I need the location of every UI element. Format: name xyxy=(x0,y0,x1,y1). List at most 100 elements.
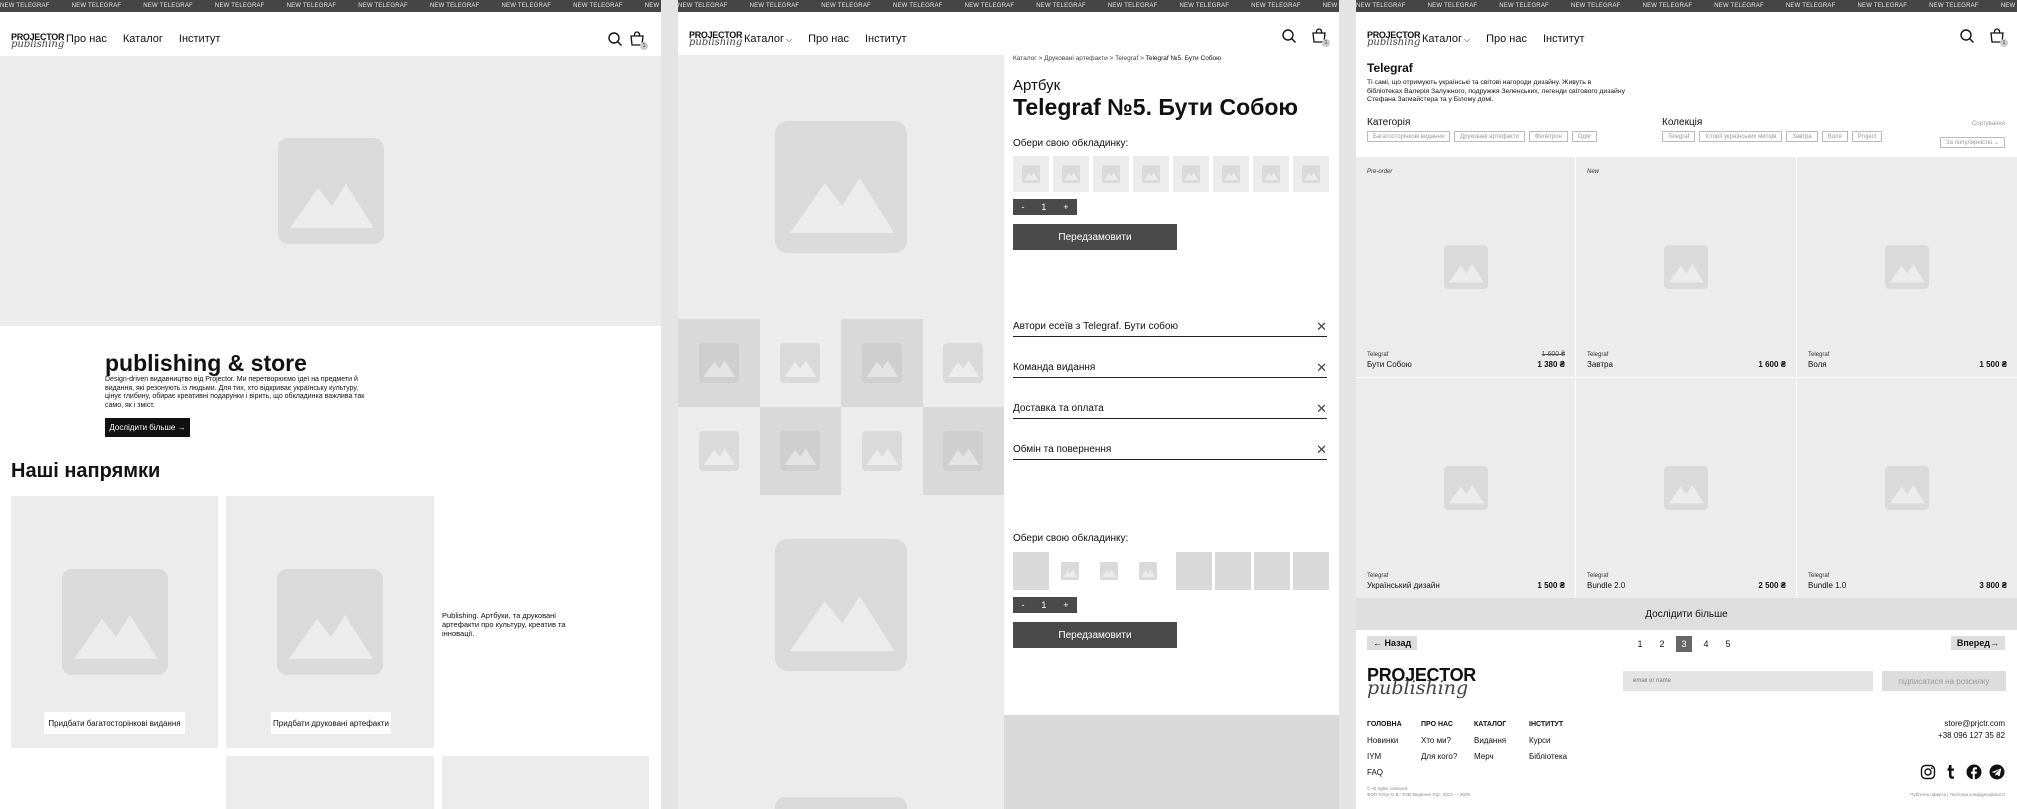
accordion-team[interactable]: Команда видання ✕ xyxy=(1013,358,1327,378)
cover-option[interactable] xyxy=(1254,552,1290,590)
product-card[interactable]: Telegraf Bundle 1.0 3 800 ₴ xyxy=(1797,378,2017,598)
filter-chip[interactable]: Багатосторінкові видання xyxy=(1367,131,1451,142)
subscribe-button[interactable]: підписатися на розсилку xyxy=(1882,671,2006,691)
footer-link[interactable]: Для кого? xyxy=(1421,749,1457,765)
filter-chip[interactable]: Завтра xyxy=(1786,131,1818,142)
preorder-button-2[interactable]: Передзамовити xyxy=(1013,622,1177,648)
product-name[interactable]: Бути Собою xyxy=(1367,360,1412,369)
nav-institute[interactable]: Інститут xyxy=(1543,33,1585,45)
breadcrumb-catalog[interactable]: Каталог xyxy=(1013,55,1037,62)
newsletter-email-input[interactable] xyxy=(1623,671,1873,691)
page-link[interactable]: 2 xyxy=(1654,636,1670,652)
cover-option[interactable] xyxy=(1293,156,1329,192)
nav-about[interactable]: Про нас xyxy=(66,33,107,45)
cover-option[interactable] xyxy=(1052,552,1088,590)
explore-more-button[interactable]: Дослідити більше xyxy=(1356,598,2017,630)
footer-link[interactable]: Курси xyxy=(1529,733,1567,749)
footer-link[interactable]: IYM xyxy=(1367,749,1402,765)
cover-option[interactable] xyxy=(1013,156,1049,192)
footer-link[interactable]: Мерч xyxy=(1474,749,1506,765)
product-name[interactable]: Завтра xyxy=(1587,360,1613,369)
accordion-returns[interactable]: Обмін та повернення ✕ xyxy=(1013,440,1327,460)
filter-chip[interactable]: Одяг xyxy=(1571,131,1598,142)
direction-card-multipage[interactable]: Придбати багатосторінкові видання xyxy=(11,496,218,748)
filter-chip[interactable]: Telegraf xyxy=(1662,131,1696,142)
cover-option[interactable] xyxy=(1093,156,1129,192)
product-secondary-image[interactable] xyxy=(678,495,1004,715)
nav-about[interactable]: Про нас xyxy=(1486,33,1527,45)
footer-link[interactable]: Видання xyxy=(1474,733,1506,749)
buy-printed-button[interactable]: Придбати друковані артефакти xyxy=(271,712,391,734)
footer-heading[interactable]: ПРО НАС xyxy=(1421,717,1457,733)
nav-catalog[interactable]: Каталог ⌵ xyxy=(744,33,792,45)
footer-link[interactable]: FAQ xyxy=(1367,765,1402,781)
announcement-ticker[interactable]: NEW TELEGRAF NEW TELEGRAF NEW TELEGRAF NEW … xyxy=(1356,0,2017,12)
pager-back-button[interactable]: ← Назад xyxy=(1367,636,1418,650)
page-link[interactable]: 4 xyxy=(1698,636,1714,652)
preorder-button[interactable]: Передзамовити xyxy=(1013,224,1177,250)
thumbnail[interactable] xyxy=(759,319,841,407)
footer-legal-links[interactable]: Публічна оферта | Політика конфіденційно… xyxy=(1910,792,2005,797)
buy-multipage-button[interactable]: Придбати багатосторінкові видання xyxy=(44,712,185,734)
telegram-icon[interactable] xyxy=(1989,764,2005,780)
close-icon[interactable]: ✕ xyxy=(1316,401,1327,417)
thumbnail[interactable] xyxy=(841,319,923,407)
page-link[interactable]: 5 xyxy=(1720,636,1736,652)
product-main-image[interactable] xyxy=(678,55,1004,319)
thumbnail[interactable] xyxy=(922,407,1004,495)
product-card[interactable]: Telegraf Воля 1 500 ₴ xyxy=(1797,157,2017,377)
announcement-ticker[interactable]: NEW TELEGRAF NEW TELEGRAF NEW TELEGRAF NEW … xyxy=(678,0,1339,12)
product-card[interactable]: Telegraf Український дизайн 1 500 ₴ xyxy=(1356,378,1575,598)
product-name[interactable]: Воля xyxy=(1808,360,1827,369)
footer-heading[interactable]: ІНСТИТУТ xyxy=(1529,717,1567,733)
cover-option[interactable] xyxy=(1293,552,1329,590)
tumblr-icon[interactable] xyxy=(1943,764,1959,780)
cart-icon[interactable]: 1 xyxy=(1989,28,2008,47)
qty-minus-button[interactable]: - xyxy=(1021,202,1024,212)
close-icon[interactable]: ✕ xyxy=(1316,442,1327,458)
footer-heading[interactable]: ГОЛОВНА xyxy=(1367,717,1402,733)
nav-catalog[interactable]: Каталог xyxy=(123,33,163,45)
cover-option[interactable] xyxy=(1091,552,1127,590)
cover-option[interactable] xyxy=(1013,552,1049,590)
cover-option[interactable] xyxy=(1253,156,1289,192)
search-icon[interactable] xyxy=(1281,28,1297,44)
thumbnail[interactable] xyxy=(759,407,841,495)
search-icon[interactable] xyxy=(607,31,623,47)
footer-link[interactable]: Новинки xyxy=(1367,733,1402,749)
announcement-ticker[interactable]: NEW TELEGRAF NEW TELEGRAF NEW TELEGRAF NEW … xyxy=(0,0,661,12)
thumbnail[interactable] xyxy=(678,407,760,495)
cover-option[interactable] xyxy=(1053,156,1089,192)
logo[interactable]: PROJECTOR publishing xyxy=(1367,31,1420,48)
page-link[interactable]: 1 xyxy=(1632,636,1648,652)
accordion-delivery[interactable]: Доставка та оплата ✕ xyxy=(1013,399,1327,419)
pager-forward-button[interactable]: Вперед→ xyxy=(1950,636,2005,650)
nav-about[interactable]: Про нас xyxy=(808,33,849,45)
cover-option[interactable] xyxy=(1130,552,1166,590)
cover-option[interactable] xyxy=(1176,552,1212,590)
accordion-authors[interactable]: Автори есеїв з Telegraf. Бути собою ✕ xyxy=(1013,317,1327,337)
product-name[interactable]: Bundle 1.0 xyxy=(1808,581,1846,590)
close-icon[interactable]: ✕ xyxy=(1316,360,1327,376)
filter-chip[interactable]: Історії українських митців xyxy=(1699,131,1783,142)
cover-option[interactable] xyxy=(1133,156,1169,192)
product-name[interactable]: Український дизайн xyxy=(1367,581,1440,590)
footer-logo[interactable]: PROJECTOR publishing xyxy=(1367,666,1476,698)
page-link-active[interactable]: 3 xyxy=(1676,636,1692,652)
filter-chip[interactable]: Фелетрон xyxy=(1528,131,1568,142)
logo[interactable]: PROJECTOR publishing xyxy=(689,31,742,48)
direction-card-printed[interactable]: Придбати друковані артефакти xyxy=(226,496,434,748)
contact-phone[interactable]: +38 096 127 35 82 xyxy=(1938,730,2005,742)
footer-heading[interactable]: КАТАЛОГ xyxy=(1474,717,1506,733)
logo[interactable]: PROJECTOR publishing xyxy=(11,33,64,50)
filter-chip[interactable]: Друковані артефакти xyxy=(1454,131,1525,142)
product-card[interactable]: Telegraf Bundle 2.0 2 500 ₴ xyxy=(1576,378,1796,598)
qty-plus-button[interactable]: + xyxy=(1063,202,1068,212)
nav-institute[interactable]: Інститут xyxy=(865,33,907,45)
product-name[interactable]: Bundle 2.0 xyxy=(1587,581,1625,590)
product-card[interactable]: Pre-order Telegraf Бути Собою 1 600 ₴ 1 … xyxy=(1356,157,1575,377)
close-icon[interactable]: ✕ xyxy=(1316,319,1327,335)
product-card[interactable]: New Telegraf Завтра 1 600 ₴ xyxy=(1576,157,1796,377)
qty-plus-button[interactable]: + xyxy=(1063,600,1068,610)
cover-option[interactable] xyxy=(1173,156,1209,192)
